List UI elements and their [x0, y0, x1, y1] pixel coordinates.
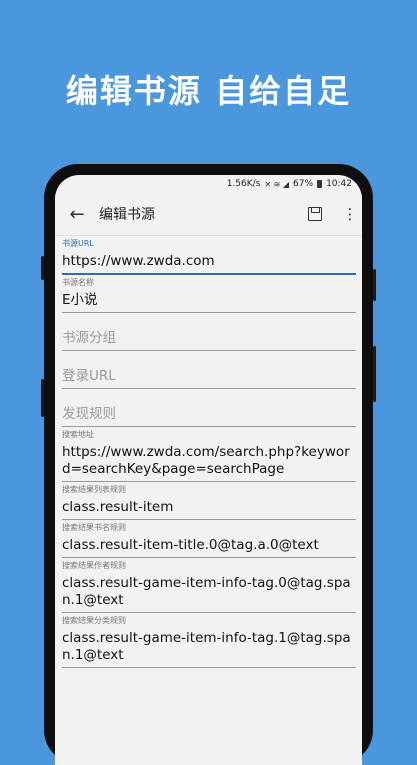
field-label: 搜索结果作者规则: [62, 561, 126, 570]
source-name-field[interactable]: 书源名称 E小说: [62, 275, 356, 313]
search-author-rule-field[interactable]: 搜索结果作者规则 class.result-game-item-info-tag…: [62, 558, 356, 613]
field-value[interactable]: https://www.zwda.com: [62, 250, 356, 273]
save-icon[interactable]: [308, 207, 322, 221]
back-arrow-icon[interactable]: ←: [55, 204, 99, 225]
field-value[interactable]: E小说: [62, 289, 356, 312]
status-bar: 1.56K/s ✕ ≋ ◢ 67% 10:42: [55, 175, 362, 193]
signal-icons: ✕ ≋ ◢: [264, 179, 290, 189]
field-value[interactable]: class.result-game-item-info-tag.1@tag.sp…: [62, 627, 356, 667]
promo-headline: 编辑书源 自给自足: [65, 72, 352, 110]
field-value[interactable]: https://www.zwda.com/search.php?keyword=…: [62, 441, 356, 481]
phone-side-button: [41, 379, 44, 417]
field-label: 搜索结果书名规则: [62, 523, 126, 532]
phone-side-button: [41, 256, 44, 280]
search-url-field[interactable]: 搜索地址 https://www.zwda.com/search.php?key…: [62, 427, 356, 482]
network-speed: 1.56K/s: [226, 179, 261, 189]
battery-percent: 67%: [293, 179, 314, 189]
field-placeholder[interactable]: 发现规则: [62, 389, 356, 426]
field-value[interactable]: class.result-item-title.0@tag.a.0@text: [62, 534, 356, 557]
source-group-field[interactable]: 书源分组: [62, 313, 356, 351]
field-label: 搜索地址: [62, 430, 94, 439]
field-label: 搜索结果列表规则: [62, 485, 126, 494]
phone-screen: 1.56K/s ✕ ≋ ◢ 67% 10:42 ← 编辑书源 ⋮ 书源URL h…: [55, 175, 362, 765]
phone-side-button: [373, 346, 376, 402]
edit-form: 书源URL https://www.zwda.com 书源名称 E小说 书源分组…: [55, 236, 362, 668]
clock: 10:42: [326, 179, 352, 189]
search-list-rule-field[interactable]: 搜索结果列表规则 class.result-item: [62, 482, 356, 520]
field-placeholder[interactable]: 登录URL: [62, 351, 356, 388]
phone-frame: 1.56K/s ✕ ≋ ◢ 67% 10:42 ← 编辑书源 ⋮ 书源URL h…: [41, 164, 376, 765]
search-kind-rule-field[interactable]: 搜索结果分类规则 class.result-game-item-info-tag…: [62, 613, 356, 668]
field-label: 搜索结果分类规则: [62, 616, 126, 625]
search-name-rule-field[interactable]: 搜索结果书名规则 class.result-item-title.0@tag.a…: [62, 520, 356, 558]
more-vert-icon[interactable]: ⋮: [340, 206, 360, 222]
discover-rule-field[interactable]: 发现规则: [62, 389, 356, 427]
field-label: 书源URL: [62, 239, 94, 248]
app-toolbar: ← 编辑书源 ⋮: [55, 193, 362, 236]
phone-side-button: [373, 269, 376, 301]
toolbar-title: 编辑书源: [99, 207, 155, 223]
field-value[interactable]: class.result-game-item-info-tag.0@tag.sp…: [62, 572, 356, 612]
source-url-field[interactable]: 书源URL https://www.zwda.com: [62, 236, 356, 275]
battery-icon: [317, 180, 323, 188]
field-placeholder[interactable]: 书源分组: [62, 313, 356, 350]
field-value[interactable]: class.result-item: [62, 496, 356, 519]
login-url-field[interactable]: 登录URL: [62, 351, 356, 389]
field-label: 书源名称: [62, 278, 94, 287]
